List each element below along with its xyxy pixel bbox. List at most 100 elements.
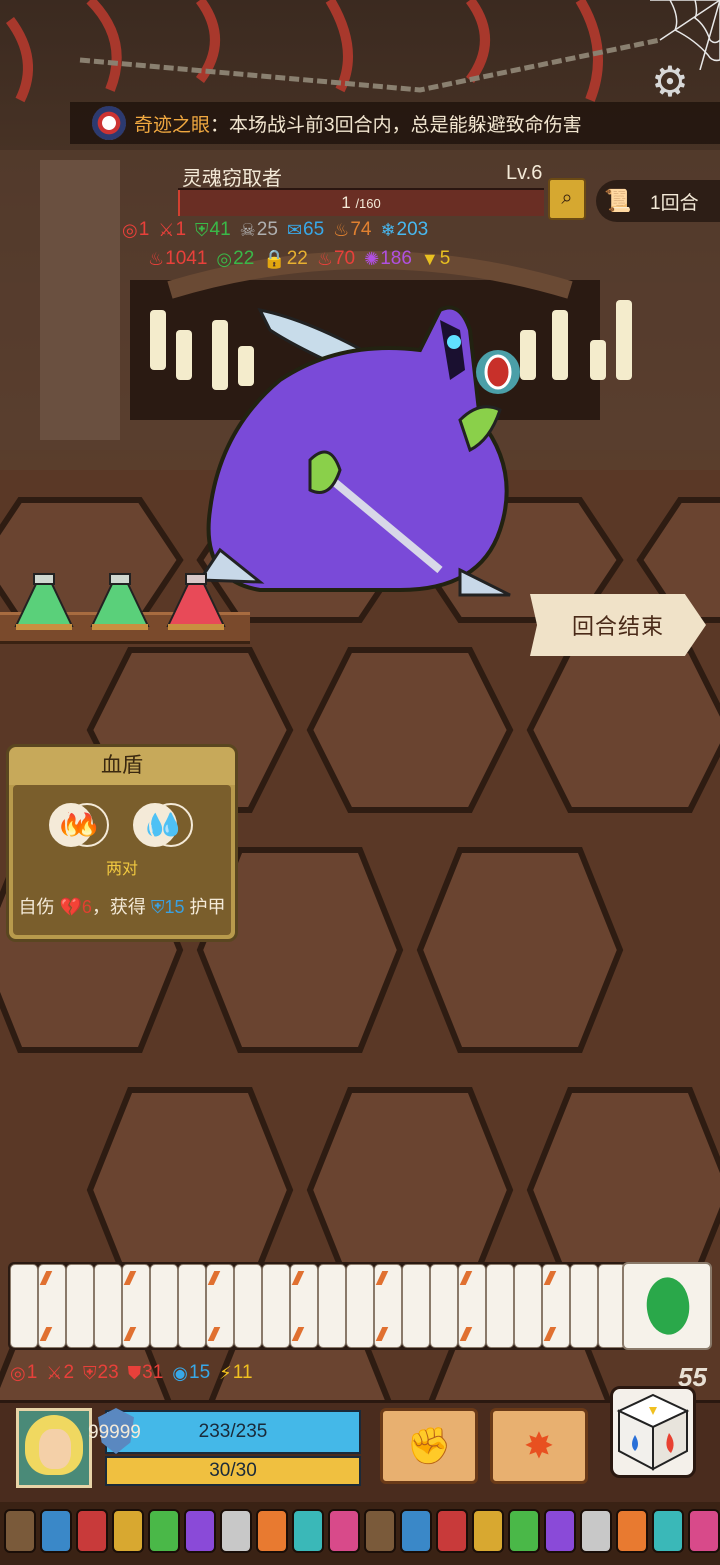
spiral-icon: ◎	[122, 219, 138, 240]
spiral-icon: ◎	[10, 1362, 26, 1383]
card-back	[346, 1264, 374, 1348]
dice-icon	[616, 1393, 690, 1471]
relic-icon[interactable]	[544, 1509, 576, 1553]
broken-sword-icon: ⚔	[46, 1362, 63, 1383]
enemy-hp-current: 1	[341, 193, 351, 212]
relic-icon[interactable]	[40, 1509, 72, 1553]
status-effect[interactable]: ⚡ 11	[219, 1362, 252, 1384]
relic-icon[interactable]	[688, 1509, 720, 1553]
relic-icon[interactable]	[400, 1509, 432, 1553]
roll-dice-button[interactable]	[610, 1386, 696, 1478]
skill-card-blood-shield[interactable]: 血盾 🔥 🔥 💧 💧 两对 自伤 💔6，获得 ⛨15 护甲	[6, 744, 238, 942]
status-effect[interactable]: ☠ 25	[240, 219, 278, 241]
status-effect[interactable]: ♨ 1041	[148, 248, 207, 270]
status-value: 203	[396, 219, 429, 240]
status-value: 74	[350, 219, 372, 240]
relic-icon[interactable]	[220, 1509, 252, 1553]
player-energy-bar: 30/30	[105, 1456, 361, 1486]
card-back	[430, 1264, 458, 1348]
inspect-enemy-button[interactable]: ⌕	[548, 178, 586, 220]
splat-icon: ✺	[364, 248, 380, 269]
fire-splash-skill-button[interactable]: ✸	[490, 1408, 588, 1484]
status-effect[interactable]: ♨ 70	[317, 248, 355, 270]
status-value: 41	[209, 219, 231, 240]
relic-icon[interactable]	[112, 1509, 144, 1553]
relic-icon[interactable]	[472, 1509, 504, 1553]
status-value: 5	[439, 248, 451, 269]
card-back	[10, 1264, 38, 1348]
relic-icon[interactable]	[148, 1509, 180, 1553]
card-back	[290, 1264, 318, 1348]
relic-icon[interactable]	[580, 1509, 612, 1553]
status-effect[interactable]: ✺ 186	[364, 248, 412, 270]
desc-suffix: 护甲	[189, 897, 226, 917]
status-effect[interactable]: ◎ 22	[216, 248, 254, 270]
status-value: 1041	[165, 248, 208, 269]
soul-stealer-monster[interactable]	[180, 290, 530, 610]
desc-mid: ，获得	[91, 897, 146, 917]
green-potion-icon[interactable]	[12, 572, 76, 634]
green-potion-icon[interactable]	[88, 572, 152, 634]
relic-icon[interactable]	[256, 1509, 288, 1553]
card-back	[374, 1264, 402, 1348]
relic-icon[interactable]	[184, 1509, 216, 1553]
status-effect[interactable]: ⛨ 41	[195, 219, 231, 241]
fist-icon: ✊	[406, 1425, 452, 1466]
relic-icon[interactable]	[4, 1509, 36, 1553]
magnifier-icon: ⌕	[561, 187, 573, 209]
relic-icon[interactable]	[436, 1509, 468, 1553]
status-value: 186	[380, 248, 412, 269]
status-effect[interactable]: ✉ 65	[287, 219, 324, 241]
blessing-description: ：本场战斗前3回合内，总是能躲避致命伤害	[210, 114, 582, 136]
player-hp-bar: 233/235	[105, 1410, 361, 1454]
relic-icon[interactable]	[508, 1509, 540, 1553]
status-effect[interactable]: ◉ 15	[172, 1362, 210, 1384]
status-effect[interactable]: ⚔ 2	[46, 1362, 74, 1384]
status-value: 23	[97, 1362, 119, 1383]
fist-skill-button[interactable]: ✊	[380, 1408, 478, 1484]
relic-icon[interactable]	[328, 1509, 360, 1553]
miracle-eye-icon	[92, 106, 126, 140]
flame-orange-icon: ♨	[333, 219, 350, 240]
end-turn-button[interactable]: 回合结束	[530, 594, 706, 656]
status-value: 25	[256, 219, 278, 240]
card-back	[122, 1264, 150, 1348]
red-potion-icon[interactable]	[164, 572, 228, 634]
status-effect[interactable]: ◎ 1	[10, 1362, 37, 1384]
top-card[interactable]	[622, 1262, 712, 1350]
relic-icon[interactable]	[364, 1509, 396, 1553]
player-armor-value: 99999	[88, 1422, 141, 1443]
enemy-level: Lv.6	[506, 162, 543, 184]
card-back	[542, 1264, 570, 1348]
blessing-banner: 奇迹之眼 ：本场战斗前3回合内，总是能躲避致命伤害	[70, 102, 720, 144]
desc-armor: 15	[164, 897, 185, 917]
desc-damage: 6	[81, 897, 92, 917]
status-value: 11	[232, 1362, 253, 1383]
status-effect[interactable]: ❄ 203	[380, 219, 428, 241]
status-effect[interactable]: 🔒 22	[263, 248, 308, 270]
status-effect[interactable]: ◎ 1	[122, 219, 149, 241]
card-back	[94, 1264, 122, 1348]
status-value: 15	[189, 1362, 211, 1383]
status-effect[interactable]: ⛨ 23	[83, 1362, 119, 1384]
fire-splash-icon: ✸	[523, 1425, 555, 1466]
skill-title: 血盾	[9, 747, 235, 785]
relic-icon[interactable]	[76, 1509, 108, 1553]
relic-icon[interactable]	[292, 1509, 324, 1553]
skill-requirement: 两对	[105, 861, 138, 878]
relic-icon[interactable]	[652, 1509, 684, 1553]
fire-pair-icon-2: 🔥	[65, 803, 109, 847]
broken-heart-icon: 💔	[59, 897, 82, 917]
status-effect[interactable]: ⛊ 31	[128, 1362, 164, 1384]
desc-prefix: 自伤	[18, 897, 55, 917]
relic-icon[interactable]	[616, 1509, 648, 1553]
player-avatar[interactable]	[16, 1408, 92, 1488]
settings-gear-icon[interactable]: ⚙	[650, 61, 690, 103]
lightning-icon: ⚡	[219, 1362, 232, 1383]
snowflake-icon: ❄	[380, 219, 396, 240]
status-effect[interactable]: ⚔ 1	[158, 219, 186, 241]
skill-description: 自伤 💔6，获得 ⛨15 护甲	[9, 893, 235, 919]
status-effect[interactable]: ▼ 5	[421, 248, 450, 270]
enemy-hp-text: 1 /160	[178, 190, 544, 216]
status-effect[interactable]: ♨ 74	[333, 219, 371, 241]
